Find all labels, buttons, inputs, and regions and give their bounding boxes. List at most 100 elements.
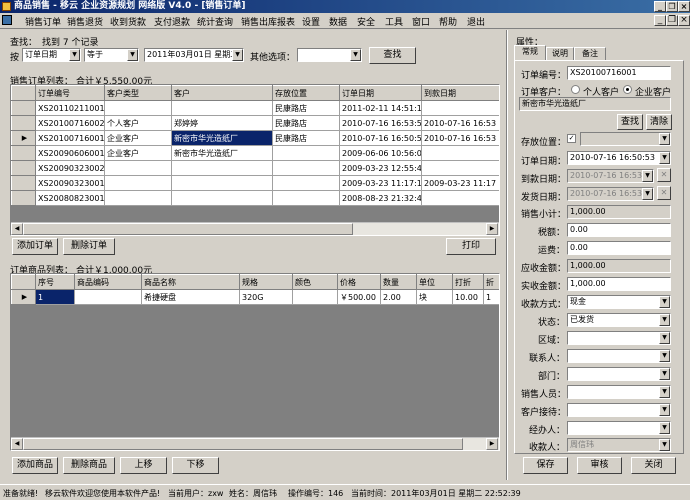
scroll-right-icon[interactable]: ▶ [486, 223, 498, 235]
menu-data[interactable]: 数据 [329, 15, 347, 28]
close-button[interactable]: 关闭 [631, 457, 676, 474]
search-operator-select[interactable]: 等于 ▼ [84, 48, 139, 62]
cell-location[interactable] [272, 160, 340, 176]
table-row[interactable]: XS20110211001 民康路店 2011-02-11 14:51:18 [11, 100, 499, 116]
cell-location[interactable]: 民康路店 [272, 100, 340, 116]
restore-button[interactable]: ❐ [666, 1, 678, 12]
menu-receive-payment[interactable]: 收到货款 [110, 15, 146, 28]
col-header-discount[interactable]: 打折 [452, 274, 484, 290]
chevron-down-icon[interactable]: ▼ [127, 49, 138, 61]
cell-pay-date[interactable] [421, 145, 499, 161]
menu-sales-order[interactable]: 销售订单 [25, 15, 61, 28]
table-row[interactable]: XS20090323002 2009-03-23 12:55:42 [11, 160, 499, 176]
cell-order-no[interactable]: XS20110211001 [35, 100, 105, 116]
cell-customer[interactable]: 新密市华光造纸厂 [171, 145, 273, 161]
search-button[interactable]: 查找 [369, 47, 416, 64]
search-field-select[interactable]: 订单日期 ▼ [22, 48, 81, 62]
col-header-spec[interactable]: 规格 [239, 274, 293, 290]
cell-location[interactable]: 民康路店 [272, 115, 340, 131]
clear-ship-date-icon[interactable]: ✕ [657, 186, 671, 200]
cell-qty[interactable]: 2.00 [380, 289, 417, 305]
row-indicator[interactable]: ▶ [11, 289, 36, 305]
cell-customer[interactable] [171, 100, 273, 116]
cell-customer[interactable]: 郑婷婷 [171, 115, 273, 131]
table-row-selected[interactable]: ▶ XS20100716001 企业客户 新密市华光造纸厂 民康路店 2010-07-16… [11, 130, 499, 146]
row-indicator[interactable] [11, 115, 36, 131]
cell-product-code[interactable] [74, 289, 142, 305]
cell-location[interactable] [272, 190, 340, 206]
row-indicator[interactable] [11, 190, 36, 206]
cell-order-date[interactable]: 2011-02-11 14:51:18 [339, 100, 422, 116]
items-grid[interactable]: 序号 商品编码 商品名称 规格 颜色 价格 数量 单位 打折 折 ▶ 1 希捷硬… [10, 273, 500, 451]
cell-order-no[interactable]: XS20090606001 [35, 145, 105, 161]
cell-customer-type[interactable]: 个人客户 [104, 115, 172, 131]
menu-outbound-report[interactable]: 销售出库报表 [241, 15, 295, 28]
pay-date-picker[interactable]: 2010-07-16 16:53:0 ▼ [567, 169, 654, 183]
mdi-close-button[interactable]: × [678, 15, 690, 26]
contact-select[interactable]: ▼ [567, 349, 671, 363]
chevron-down-icon[interactable]: ▼ [642, 170, 653, 182]
cell-pay-date[interactable]: 2010-07-16 16:53 [421, 130, 499, 146]
add-order-button[interactable]: 添加订单 [12, 238, 58, 255]
cell-customer-type[interactable] [104, 160, 172, 176]
chevron-down-icon[interactable]: ▼ [659, 332, 670, 344]
other-options-select[interactable]: ▼ [297, 48, 362, 62]
chevron-down-icon[interactable]: ▼ [659, 314, 670, 326]
cell-location[interactable] [272, 175, 340, 191]
table-row[interactable]: ▶ 1 希捷硬盘 320G ￥500.00 2.00 块 10.00 1 [11, 289, 499, 305]
col-header-seq[interactable]: 序号 [35, 274, 75, 290]
chevron-down-icon[interactable]: ▼ [659, 133, 670, 145]
scroll-left-icon[interactable]: ◀ [11, 438, 23, 450]
cell-order-date[interactable]: 2010-07-16 16:53:53 [339, 115, 422, 131]
cell-customer-type[interactable] [104, 100, 172, 116]
cell-order-date[interactable]: 2008-08-23 21:32:40 [339, 190, 422, 206]
menu-settings[interactable]: 设置 [302, 15, 320, 28]
save-button[interactable]: 保存 [523, 457, 568, 474]
clear-pay-date-icon[interactable]: ✕ [657, 168, 671, 182]
menu-tools[interactable]: 工具 [385, 15, 403, 28]
move-down-button[interactable]: 下移 [172, 457, 219, 474]
menu-exit[interactable]: 退出 [467, 15, 485, 28]
cell-order-no[interactable]: XS20080823001 [35, 190, 105, 206]
orders-grid[interactable]: 订单编号 客户类型 客户 存放位置 订单日期 到款日期 XS2011021100… [10, 84, 500, 236]
handler-select[interactable]: ▼ [567, 421, 671, 435]
table-row[interactable]: XS20090606001 企业客户 新密市华光造纸厂 2009-06-06 10:5… [11, 145, 499, 161]
chevron-down-icon[interactable]: ▼ [659, 404, 670, 416]
radio-company[interactable] [623, 85, 632, 94]
col-header-qty[interactable]: 数量 [380, 274, 417, 290]
cell-customer[interactable]: 新密市华光造纸厂 [171, 130, 273, 146]
dept-select[interactable]: ▼ [567, 367, 671, 381]
table-row[interactable]: XS20100716002 个人客户 郑婷婷 民康路店 2010-07-16 16:53… [11, 115, 499, 131]
col-header-price[interactable]: 价格 [337, 274, 381, 290]
cell-extra[interactable]: 1 [483, 289, 499, 305]
cell-pay-date[interactable] [421, 100, 499, 116]
search-date-picker[interactable]: 2011年03月01日 星期二 ▼ [144, 48, 244, 62]
cell-order-no[interactable]: XS20090323002 [35, 160, 105, 176]
radio-personal[interactable] [571, 85, 580, 94]
items-scroll-thumb[interactable] [23, 438, 463, 450]
move-up-button[interactable]: 上移 [120, 457, 167, 474]
chevron-down-icon[interactable]: ▼ [659, 296, 670, 308]
cell-order-no[interactable]: XS20100716001 [35, 130, 105, 146]
col-header-customer-type[interactable]: 客户类型 [104, 85, 172, 101]
col-header-unit[interactable]: 单位 [416, 274, 453, 290]
chevron-down-icon[interactable]: ▼ [659, 439, 670, 451]
subtotal-field[interactable]: 1,000.00 [567, 205, 671, 219]
chevron-down-icon[interactable]: ▼ [232, 49, 243, 61]
location-checkbox[interactable]: ✓ [567, 134, 576, 143]
ship-date-picker[interactable]: 2010-07-16 16:53:0 ▼ [567, 187, 654, 201]
print-button[interactable]: 打印 [446, 238, 496, 255]
splitter[interactable] [506, 30, 508, 480]
cell-customer-type[interactable] [104, 175, 172, 191]
customer-name-field[interactable]: 新密市华光造纸厂 [519, 97, 671, 111]
cell-pay-date[interactable] [421, 160, 499, 176]
cell-location[interactable] [272, 145, 340, 161]
col-header-order-date[interactable]: 订单日期 [339, 85, 422, 101]
mdi-minimize-button[interactable]: _ [654, 15, 666, 26]
menu-security[interactable]: 安全 [357, 15, 375, 28]
scroll-left-icon[interactable]: ◀ [11, 223, 23, 235]
find-customer-button[interactable]: 查找 [617, 114, 643, 130]
cell-unit[interactable]: 块 [416, 289, 453, 305]
chevron-down-icon[interactable]: ▼ [659, 386, 670, 398]
delete-item-button[interactable]: 删除商品 [63, 457, 115, 474]
